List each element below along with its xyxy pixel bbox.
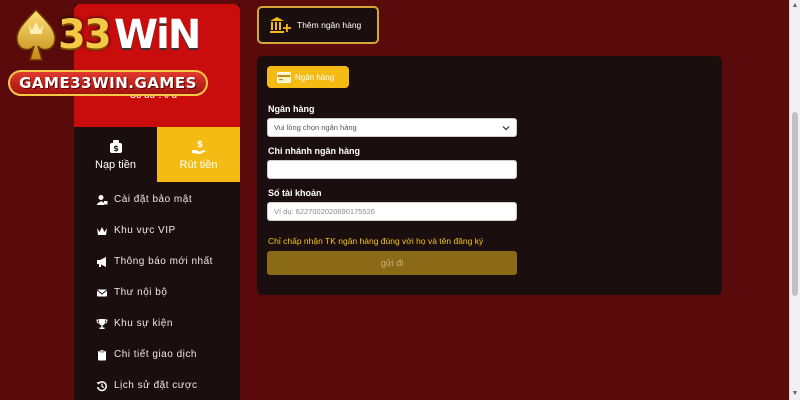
crown-icon <box>97 226 107 235</box>
branch-input[interactable] <box>274 161 516 178</box>
tab-deposit[interactable]: $ Nạp tiền <box>74 127 157 182</box>
submit-button[interactable]: gửi đi <box>267 251 517 275</box>
menu-item-transactions[interactable]: Chi tiết giao dịch <box>74 339 240 370</box>
bank-field-label: Ngân hàng <box>268 104 315 114</box>
menu-item-label: Cài đặt bảo mật <box>114 194 193 205</box>
bank-select-value: Vui lòng chọn ngân hàng <box>274 123 357 132</box>
menu-item-label: Chi tiết giao dịch <box>114 349 197 360</box>
deposit-dollar-icon: $ <box>109 139 122 153</box>
menu-item-label: Khu sự kiện <box>114 318 173 329</box>
menu-item-label: Thư nội bộ <box>114 287 168 298</box>
account-number-input[interactable] <box>274 203 516 220</box>
page-scrollbar[interactable]: ▲ ▼ <box>789 0 800 400</box>
svg-text:$: $ <box>196 140 202 150</box>
spade-crown-icon <box>16 8 56 61</box>
chevron-down-icon <box>502 125 510 130</box>
scrollbar-thumb[interactable] <box>792 112 798 296</box>
envelope-icon <box>96 289 108 296</box>
menu-item-events[interactable]: Khu sự kiện <box>74 308 240 339</box>
scroll-down-icon[interactable]: ▼ <box>790 388 800 400</box>
branch-field[interactable] <box>267 160 517 179</box>
branch-field-label: Chi nhánh ngân hàng <box>268 146 360 156</box>
tab-withdraw-label: Rút tiền <box>179 158 218 171</box>
account-name-notice: Chỉ chấp nhận TK ngân hàng đúng với họ v… <box>268 236 484 246</box>
menu-item-bet-history[interactable]: Lịch sử đặt cược <box>74 370 240 400</box>
svg-text:$: $ <box>113 144 119 153</box>
bank-chip-label: Ngân hàng <box>295 72 335 82</box>
bank-card-icon <box>277 71 291 83</box>
menu-item-security[interactable]: Cài đặt bảo mật <box>74 184 240 215</box>
logo-domain: GAME33WIN.GAMES <box>8 70 208 96</box>
transaction-tabs: $ Nạp tiền $ Rút tiền <box>74 127 240 182</box>
account-field-label: Số tài khoản <box>268 188 322 198</box>
tab-withdraw[interactable]: $ Rút tiền <box>157 127 240 182</box>
add-bank-button[interactable]: Thêm ngân hàng <box>257 6 379 44</box>
menu-item-vip[interactable]: Khu vực VIP <box>74 215 240 246</box>
menu-item-inbox[interactable]: Thư nội bộ <box>74 277 240 308</box>
menu-item-label: Khu vực VIP <box>114 225 176 236</box>
tab-deposit-label: Nạp tiền <box>95 158 136 171</box>
menu-item-label: Thông báo mới nhất <box>114 256 213 267</box>
menu-item-announcements[interactable]: Thông báo mới nhất <box>74 246 240 277</box>
menu-item-label: Lịch sử đặt cược <box>114 380 198 391</box>
clipboard-icon <box>98 349 106 360</box>
bank-tab-chip[interactable]: Ngân hàng <box>267 66 349 88</box>
megaphone-icon <box>97 256 106 267</box>
account-menu: Cài đặt bảo mật Khu vực VIP Thông báo mớ… <box>74 184 240 400</box>
trophy-icon <box>96 318 108 329</box>
bank-plus-icon <box>270 17 291 33</box>
scroll-up-icon[interactable]: ▲ <box>790 0 800 12</box>
bank-select[interactable]: Vui lòng chọn ngân hàng <box>267 118 517 137</box>
bank-form-panel: Ngân hàng Ngân hàng Vui lòng chọn ngân h… <box>257 56 722 295</box>
logo-brand-number: 33 <box>58 12 112 58</box>
withdraw-hand-dollar-icon: $ <box>191 140 206 154</box>
add-bank-label: Thêm ngân hàng <box>297 20 362 30</box>
logo-brand-word: WiN <box>114 12 201 58</box>
user-lock-icon <box>96 194 108 205</box>
site-logo[interactable]: 33 WiN GAME33WIN.GAMES <box>4 4 214 100</box>
account-number-field[interactable] <box>267 202 517 221</box>
history-icon <box>96 380 107 391</box>
